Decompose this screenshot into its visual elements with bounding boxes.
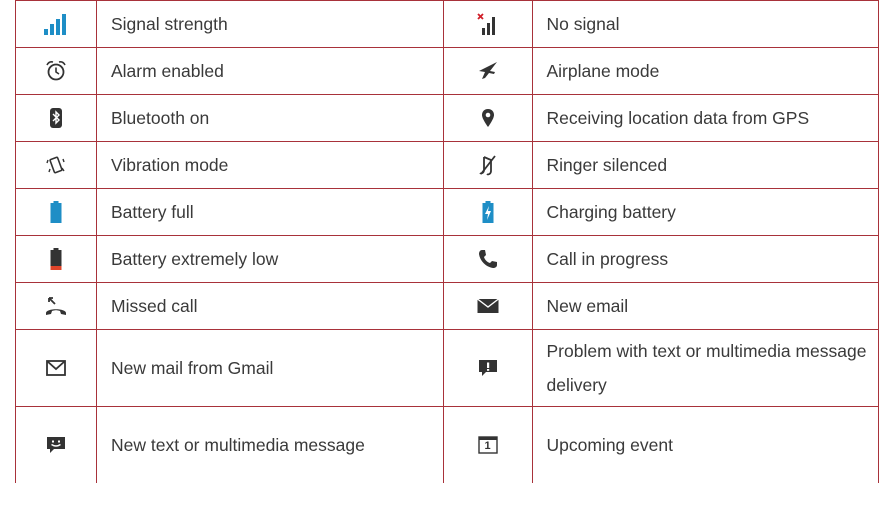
- description-text: Missed call: [96, 282, 444, 330]
- icon-cell: [15, 141, 97, 189]
- description-text: Vibration mode: [96, 141, 444, 189]
- description-text: Signal strength: [96, 0, 444, 48]
- table-row: New text or multimedia message 1 Upcomin…: [15, 406, 879, 483]
- battery-low-icon: [50, 248, 62, 270]
- description-text: Call in progress: [531, 235, 879, 283]
- battery-charging-icon: [482, 201, 494, 223]
- description-text: Airplane mode: [531, 47, 879, 95]
- calendar-event-icon: 1: [477, 436, 498, 454]
- message-error-icon: [478, 359, 498, 377]
- icon-cell: [15, 188, 97, 236]
- gmail-icon: [46, 359, 66, 376]
- description-text: Charging battery: [531, 188, 879, 236]
- icon-cell: [15, 235, 97, 283]
- table-row: Vibration mode Ringer silenced: [15, 141, 879, 189]
- icon-cell: [442, 235, 533, 283]
- table-row: Battery extremely low Call in progress: [15, 235, 879, 283]
- icon-cell: [15, 94, 97, 142]
- icon-cell: [442, 0, 533, 48]
- vibration-icon: [45, 154, 67, 176]
- icon-cell: [442, 94, 533, 142]
- calendar-day-number: 1: [484, 439, 491, 452]
- icon-cell: [15, 406, 97, 483]
- description-text: Receiving location data from GPS: [531, 94, 879, 142]
- no-signal-icon: [476, 13, 499, 35]
- icon-cell: [442, 141, 533, 189]
- description-text: Alarm enabled: [96, 47, 444, 95]
- alarm-icon: [45, 60, 67, 82]
- description-text: Upcoming event: [531, 406, 879, 483]
- icon-cell: [15, 282, 97, 330]
- icon-cell: [442, 47, 533, 95]
- signal-strength-icon: [43, 13, 69, 35]
- icon-cell: [15, 47, 97, 95]
- icon-cell: [442, 282, 533, 330]
- call-in-progress-icon: [478, 249, 498, 269]
- table-row: Signal strength No signal: [15, 0, 879, 48]
- description-text: Bluetooth on: [96, 94, 444, 142]
- icon-cell: [442, 329, 533, 407]
- airplane-icon: [476, 60, 500, 82]
- ringer-silenced-icon: [478, 154, 498, 176]
- description-text: Problem with text or multimedia message …: [531, 329, 879, 407]
- icon-cell: [15, 329, 97, 407]
- icon-cell: [442, 188, 533, 236]
- description-text: No signal: [531, 0, 879, 48]
- description-text: Battery full: [96, 188, 444, 236]
- new-email-icon: [476, 298, 499, 314]
- table-row: Missed call New email: [15, 282, 879, 330]
- missed-call-icon: [45, 295, 67, 317]
- description-text: Ringer silenced: [531, 141, 879, 189]
- table-row: Alarm enabled Airplane mode: [15, 47, 879, 95]
- description-text: New text or multimedia message: [96, 406, 444, 483]
- table-row: New mail from Gmail Problem with text or…: [15, 329, 879, 407]
- description-text: Battery extremely low: [96, 235, 444, 283]
- gps-location-icon: [481, 108, 495, 128]
- bluetooth-icon: [49, 107, 63, 129]
- new-message-icon: [46, 436, 66, 454]
- table-row: Bluetooth on Receiving location data fro…: [15, 94, 879, 142]
- icon-cell: 1: [442, 406, 533, 483]
- description-text: New email: [531, 282, 879, 330]
- battery-full-icon: [50, 201, 62, 223]
- icon-cell: [15, 0, 97, 48]
- status-icons-table: Signal strength No signal Alarm enabled …: [15, 0, 879, 483]
- table-row: Battery full Charging battery: [15, 188, 879, 236]
- description-text: New mail from Gmail: [96, 329, 444, 407]
